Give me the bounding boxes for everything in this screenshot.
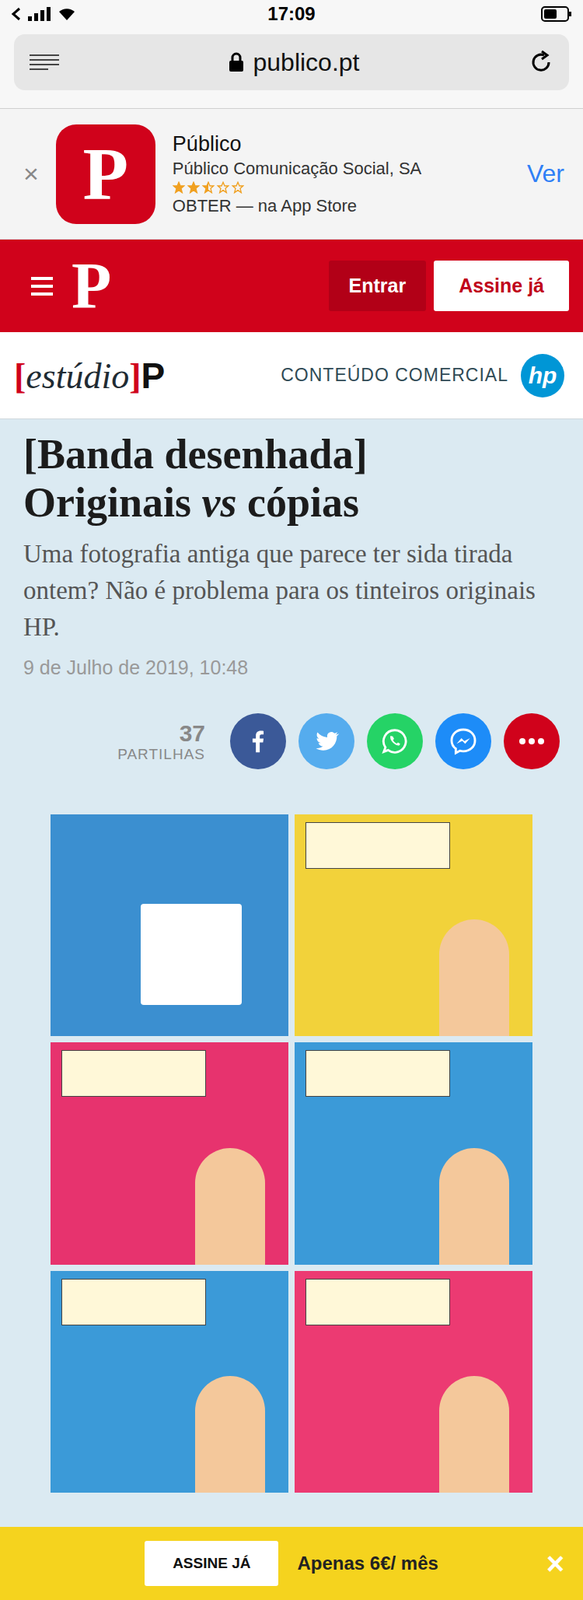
back-icon[interactable]	[10, 6, 22, 21]
subscribe-bar-button[interactable]: ASSINE JÁ	[144, 1539, 279, 1585]
comic-panel	[50, 1270, 289, 1492]
star-icon	[187, 181, 200, 194]
comic-panel	[294, 1041, 533, 1264]
comic-figure	[439, 918, 510, 1036]
comic-panel	[50, 813, 289, 1036]
page: 17:09 publico.pt × P PúblicoPúblico Comunica…	[0, 0, 583, 1599]
twitter-icon	[312, 726, 341, 755]
banner-close-button[interactable]: ×	[23, 158, 39, 189]
reader-icon[interactable]	[29, 52, 60, 72]
hp-logo: hp	[520, 353, 565, 398]
app-banner: × P PúblicoPúblico Comunicação Social, SA O…	[0, 108, 583, 240]
whatsapp-icon	[380, 726, 410, 756]
login-button[interactable]: Entrar	[328, 260, 427, 311]
article-subtitle: Uma fotografia antiga que parece ter sid…	[23, 535, 560, 646]
comic-figure	[439, 1375, 510, 1492]
app-icon: P	[55, 124, 156, 224]
comic-figure	[195, 1147, 266, 1264]
signal-icon	[27, 6, 52, 21]
whatsapp-share-button[interactable]	[366, 712, 423, 769]
comic-figure	[195, 1375, 266, 1492]
article: [Banda desenhada]Originais vs cópiasUma …	[0, 418, 583, 1492]
facebook-share-button[interactable]	[230, 712, 287, 769]
commercial-label: CONTEÚDO COMERCIAL	[280, 364, 509, 386]
speech-bubble	[305, 1049, 451, 1097]
app-publisher: Público Comunicação Social, SA	[172, 158, 510, 179]
price-text: Apenas 6€/ mês	[296, 1551, 438, 1574]
app-store-text: OBTER — na App Store	[172, 195, 510, 217]
site-logo[interactable]: P	[71, 253, 112, 319]
subscribe-button[interactable]: Assine já	[433, 260, 570, 311]
share-count: 37PARTILHAS	[117, 719, 206, 763]
menu-icon[interactable]	[31, 276, 53, 296]
lock-icon	[228, 52, 245, 73]
speech-bubble	[61, 1277, 206, 1325]
comic-panel	[294, 813, 533, 1036]
comic-figure	[439, 1147, 510, 1264]
speech-bubble	[305, 1277, 451, 1325]
subscribe-bar: ASSINE JÁ Apenas 6€/ mês ×	[0, 1525, 583, 1599]
facebook-icon	[244, 727, 272, 755]
sponsor-bar: [estúdio]P CONTEÚDO COMERCIAL hp	[0, 331, 583, 419]
studio-logo[interactable]: [estúdio]P	[13, 354, 165, 397]
subscribe-bar-close-button[interactable]: ×	[546, 1545, 565, 1581]
star-icon	[231, 181, 245, 194]
comic-panel	[294, 1270, 533, 1492]
status-bar: 17:09	[0, 0, 583, 28]
battery-icon	[541, 6, 573, 22]
app-name: Público	[172, 132, 510, 157]
reload-icon[interactable]	[528, 49, 554, 75]
comic-panel	[50, 1041, 289, 1264]
article-date: 9 de Julho de 2019, 10:48	[23, 656, 560, 679]
rating-stars	[172, 181, 510, 194]
url-text: publico.pt	[253, 48, 360, 77]
comic-figure	[140, 903, 242, 1005]
more-icon	[518, 736, 545, 745]
comic-image	[50, 813, 533, 1492]
more-share-button[interactable]	[503, 712, 560, 769]
speech-bubble	[305, 821, 451, 869]
wifi-icon	[57, 6, 77, 21]
site-header: P EntrarAssine já	[0, 239, 583, 332]
clock: 17:09	[267, 3, 315, 25]
star-icon	[172, 181, 186, 194]
messenger-share-button[interactable]	[435, 712, 492, 769]
share-row: 37PARTILHAS	[23, 712, 560, 769]
article-title: [Banda desenhada]Originais vs cópias	[23, 429, 560, 527]
star-icon	[216, 181, 230, 194]
messenger-icon	[448, 726, 479, 756]
star-icon	[202, 181, 215, 194]
address-bar[interactable]: publico.pt	[13, 34, 570, 91]
browser-chrome: 17:09 publico.pt	[0, 0, 583, 109]
speech-bubble	[61, 1049, 206, 1097]
view-button[interactable]: Ver	[527, 159, 565, 189]
twitter-share-button[interactable]	[298, 712, 355, 769]
